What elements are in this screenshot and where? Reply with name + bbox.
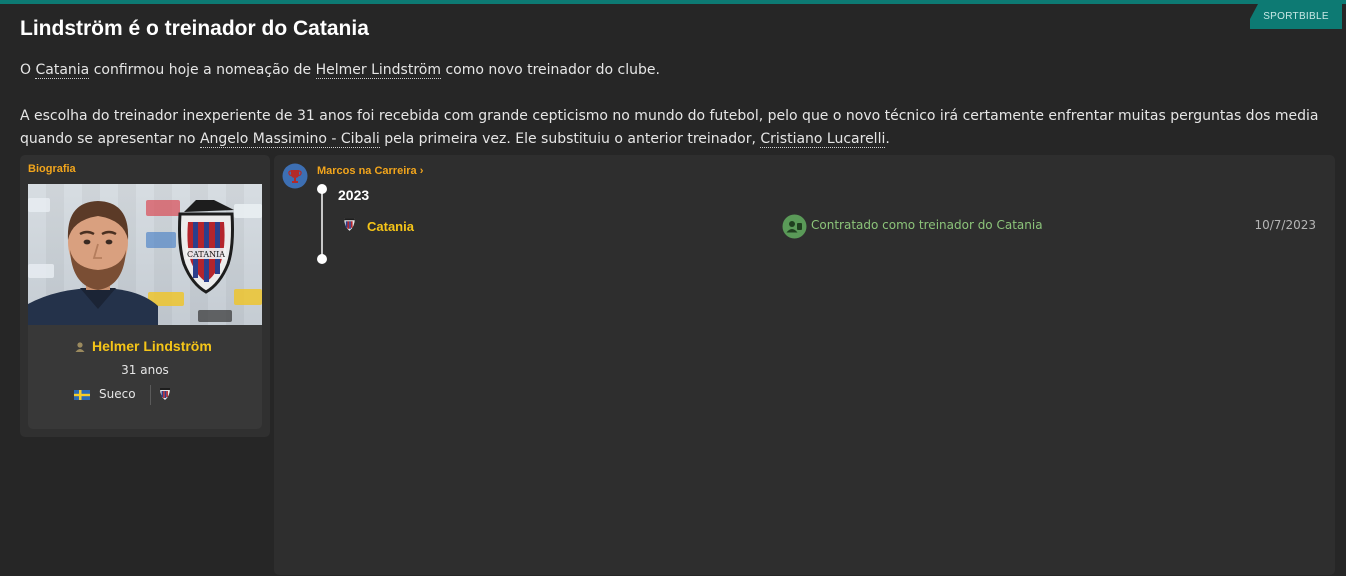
text-segment: confirmou hoje a nomeação de: [89, 62, 316, 78]
person-card: Helmer Lindström 31 anos Sueco: [28, 325, 262, 429]
sweden-flag-icon: [74, 390, 90, 400]
timeline-line: [321, 189, 323, 259]
top-accent-bar: [0, 0, 1346, 4]
biography-panel: Biografia CATANIA Helmer Lindström 31 an…: [20, 155, 270, 437]
biography-title: Biografia: [28, 163, 76, 175]
event-date: 10/7/2023: [1254, 218, 1316, 232]
text-segment: pela primeira vez. Ele substituiu o ante…: [379, 131, 761, 147]
person-name[interactable]: Helmer Lindström: [92, 338, 212, 354]
text-segment: O: [20, 62, 36, 78]
timeline-dot: [317, 184, 327, 194]
event-description: Contratado como treinador do Catania: [811, 218, 1043, 232]
photo-artwork: CATANIA: [28, 198, 262, 325]
person-age: 31 anos: [121, 363, 169, 377]
divider: [150, 385, 151, 405]
nationality-label: Sueco: [99, 387, 136, 401]
stadium-link[interactable]: Angelo Massimino - Cibali: [199, 131, 380, 148]
career-milestones-link[interactable]: Marcos na Carreira ›: [317, 165, 423, 177]
text-segment: .: [885, 131, 890, 147]
source-label: SPORTBIBLE: [1263, 11, 1329, 22]
article-paragraph-2: A escolha do treinador inexperiente de 3…: [20, 105, 1335, 151]
career-milestones-label: Marcos na Carreira: [317, 165, 417, 177]
person-photo[interactable]: CATANIA: [28, 184, 262, 325]
club-link[interactable]: Catania: [35, 62, 90, 79]
text-segment: como novo treinador do clube.: [441, 62, 660, 78]
article-body: O Catania confirmou hoje a nomeação de H…: [20, 59, 1335, 151]
manager-signed-icon: [782, 214, 807, 239]
trophy-icon: [282, 163, 308, 189]
crest-lettering: CATANIA: [187, 250, 225, 259]
article-headline: Lindström é o treinador do Catania: [20, 17, 369, 40]
manager-icon: [75, 342, 85, 352]
chevron-right-icon: ›: [419, 165, 424, 177]
article-paragraph-1: O Catania confirmou hoje a nomeação de H…: [20, 59, 1335, 82]
catania-crest-icon[interactable]: [343, 217, 356, 232]
timeline-dot: [317, 254, 327, 264]
career-milestones-panel: Marcos na Carreira › 2023 Catania Contra…: [274, 155, 1335, 575]
catania-crest-icon[interactable]: [159, 387, 171, 401]
person-link[interactable]: Helmer Lindström: [315, 62, 441, 79]
source-badge: SPORTBIBLE: [1250, 4, 1342, 29]
event-club-link[interactable]: Catania: [367, 219, 414, 234]
previous-manager-link[interactable]: Cristiano Lucarelli: [760, 131, 886, 148]
timeline-year: 2023: [338, 187, 370, 203]
